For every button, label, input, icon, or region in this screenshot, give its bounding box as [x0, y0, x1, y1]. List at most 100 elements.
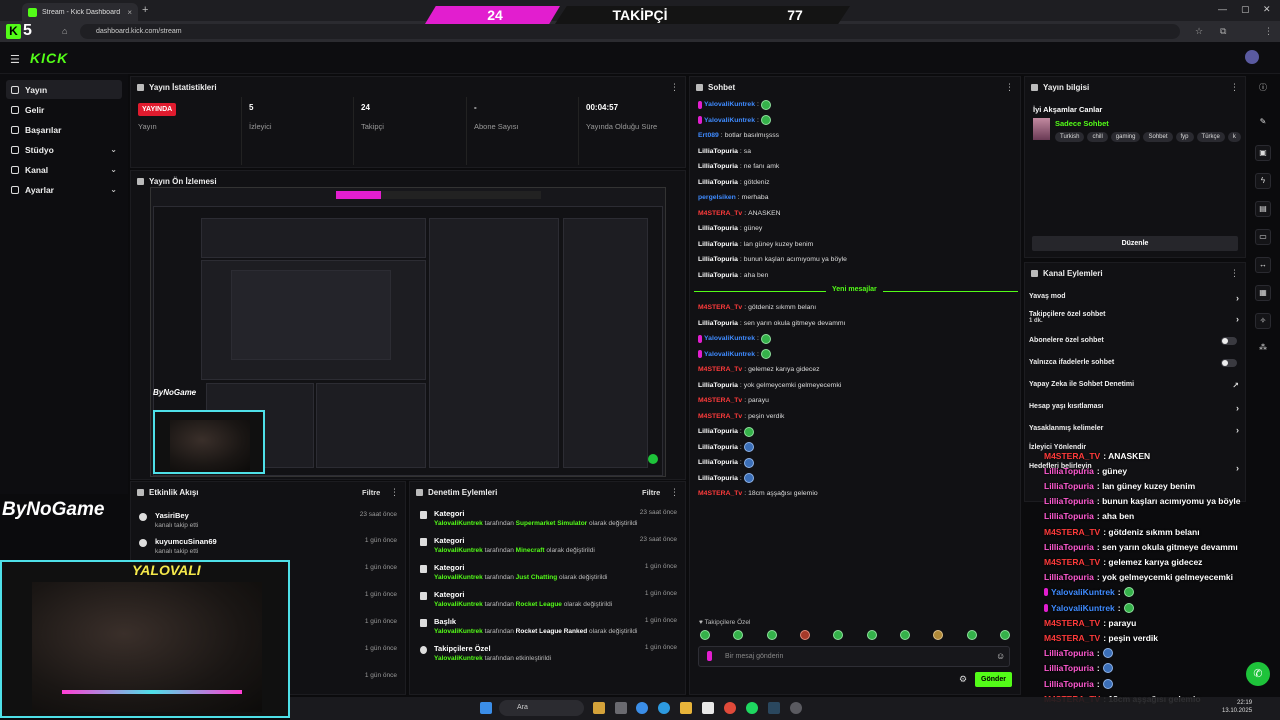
chat-username[interactable]: LilliaTopuria	[698, 320, 738, 327]
filter-button[interactable]: Filtre	[362, 488, 380, 497]
emote-icon[interactable]	[899, 630, 910, 640]
emote-only-toggle[interactable]	[1221, 359, 1237, 367]
chat-username[interactable]: M4STERA_Tv	[698, 490, 742, 497]
sidebar-item-yayin[interactable]: Yayın	[6, 80, 122, 99]
followers-only-row[interactable]: Takipçilere özel sohbet 1 dk. ›	[1029, 311, 1239, 324]
browser-tab[interactable]: Stream - Kick Dashboard ×	[22, 3, 138, 21]
chat-username[interactable]: LilliaTopuria	[698, 179, 738, 186]
sidebar-item-ayarlar[interactable]: Ayarlar ⌄	[6, 180, 122, 199]
send-button[interactable]: Gönder	[975, 672, 1012, 687]
obs-icon[interactable]	[790, 702, 802, 714]
document-icon[interactable]: ▤	[1255, 201, 1271, 217]
emote-icon[interactable]	[799, 630, 810, 640]
new-tab-button[interactable]: +	[142, 4, 148, 16]
emote-icon[interactable]	[766, 630, 777, 640]
lightning-icon[interactable]: ϟ	[1255, 173, 1271, 189]
grid-icon[interactable]: ▦	[1255, 285, 1271, 301]
spotify-icon[interactable]	[746, 702, 758, 714]
subscribers-only-toggle[interactable]	[1221, 337, 1237, 345]
bookmark-star-icon[interactable]: ☆	[1195, 26, 1203, 37]
emote-icon[interactable]	[700, 630, 710, 640]
emote-icon[interactable]	[733, 630, 744, 640]
chat-username[interactable]: LilliaTopuria	[698, 241, 738, 248]
mic-icon[interactable]	[707, 651, 712, 661]
chat-username[interactable]: LilliaTopuria	[698, 225, 738, 232]
chat-username[interactable]: M4STERA_Tv	[698, 413, 742, 420]
edit-stream-info-button[interactable]: Düzenle	[1032, 236, 1238, 251]
emote-icon[interactable]	[866, 630, 877, 640]
chat-username[interactable]: YalovaliKuntrek	[704, 117, 755, 124]
emoji-icon[interactable]: ☺	[996, 651, 1005, 661]
chat-username[interactable]: M4STERA_Tv	[698, 304, 742, 311]
more-options-icon[interactable]: ⋮	[670, 82, 679, 93]
hamburger-menu-icon[interactable]: ☰	[10, 53, 20, 66]
more-options-icon[interactable]: ⋮	[1230, 268, 1239, 279]
home-icon[interactable]: ⌂	[62, 26, 67, 36]
steam-icon[interactable]	[768, 702, 780, 714]
extensions-icon[interactable]: ⧉	[1220, 26, 1226, 37]
quick-chat-fab-icon[interactable]: ✆	[1246, 662, 1270, 686]
chat-username[interactable]: LilliaTopuria	[698, 428, 738, 435]
sidebar-item-gelir[interactable]: Gelir	[6, 100, 122, 119]
more-options-icon[interactable]: ⋮	[1005, 82, 1014, 93]
close-tab-icon[interactable]: ×	[127, 8, 132, 17]
chat-username[interactable]: YalovaliKuntrek	[704, 351, 755, 358]
chat-username[interactable]: Ert089	[698, 132, 719, 139]
more-options-icon[interactable]: ⋮	[1230, 82, 1239, 93]
close-window-icon[interactable]: ✕	[1263, 4, 1271, 15]
info-icon[interactable]: ⓘ	[1255, 81, 1271, 97]
filter-button[interactable]: Filtre	[642, 488, 660, 497]
sidebar-item-basarilar[interactable]: Başarılar	[6, 120, 122, 139]
chat-input[interactable]: Bir mesaj gönderin	[698, 646, 1010, 667]
wrench-icon[interactable]: ✧	[1255, 313, 1271, 329]
chat-settings-gear-icon[interactable]: ⚙	[959, 674, 967, 685]
chrome-icon[interactable]	[724, 702, 736, 714]
slow-mode-row[interactable]: Yavaş mod ›	[1029, 293, 1239, 303]
chat-username[interactable]: LilliaTopuria	[698, 459, 738, 466]
emote-icon[interactable]	[966, 630, 977, 640]
chat-username[interactable]: LilliaTopuria	[698, 163, 738, 170]
emote-icon[interactable]	[999, 630, 1010, 640]
chat-username[interactable]: LilliaTopuria	[698, 272, 738, 279]
more-options-icon[interactable]: ⋮	[670, 487, 679, 498]
account-age-row[interactable]: Hesap yaşı kısıtlaması ›	[1029, 403, 1239, 413]
banned-words-row[interactable]: Yasaklanmış kelimeler ›	[1029, 425, 1239, 435]
minimize-icon[interactable]: —	[1218, 4, 1227, 14]
emote-icon[interactable]	[933, 630, 944, 640]
url-field[interactable]: dashboard.kick.com/stream	[80, 24, 1180, 39]
taskbar-app-icon[interactable]	[702, 702, 714, 714]
chat-username[interactable]: LilliaTopuria	[698, 444, 738, 451]
camera-icon[interactable]: ▣	[1255, 145, 1271, 161]
more-options-icon[interactable]: ⋮	[390, 487, 399, 498]
taskbar-app-icon[interactable]	[658, 702, 670, 714]
stream-preview-video[interactable]: ByNoGame	[150, 187, 666, 477]
sidebar-item-kanal[interactable]: Kanal ⌄	[6, 160, 122, 179]
stream-category[interactable]: Sadece Sohbet	[1055, 119, 1109, 128]
taskbar-app-icon[interactable]	[593, 702, 605, 714]
windows-start-icon[interactable]	[480, 702, 492, 714]
taskbar-app-icon[interactable]	[615, 702, 627, 714]
emote-icon[interactable]	[833, 630, 844, 640]
edit-icon[interactable]: ✎	[1255, 115, 1271, 131]
chat-bubble-icon[interactable]: ▭	[1255, 229, 1271, 245]
chat-username[interactable]: M4STERA_Tv	[698, 397, 742, 404]
ai-moderation-row[interactable]: Yapay Zeka ile Sohbet Denetimi ↗	[1029, 381, 1239, 390]
chat-username[interactable]: LilliaTopuria	[698, 148, 738, 155]
file-explorer-icon[interactable]	[680, 702, 692, 714]
chat-username[interactable]: YalovaliKuntrek	[704, 335, 755, 342]
nodes-icon[interactable]: ⁂	[1255, 341, 1271, 357]
kick-logo[interactable]: KICK	[30, 50, 68, 66]
sidebar-item-studyo[interactable]: Stüdyo ⌄	[6, 140, 122, 159]
browser-menu-icon[interactable]: ⋮	[1264, 26, 1273, 37]
chat-username[interactable]: pergelsiken	[698, 194, 736, 201]
chat-username[interactable]: M4STERA_Tv	[698, 366, 742, 373]
taskbar-app-icon[interactable]	[636, 702, 648, 714]
arrows-icon[interactable]: ↔	[1255, 257, 1271, 273]
maximize-icon[interactable]: ▢	[1241, 4, 1250, 15]
taskbar-search[interactable]: Ara	[499, 700, 584, 716]
chat-username[interactable]: LilliaTopuria	[698, 256, 738, 263]
chat-username[interactable]: YalovaliKuntrek	[704, 101, 755, 108]
chat-username[interactable]: M4STERA_Tv	[698, 210, 742, 217]
chat-username[interactable]: LilliaTopuria	[698, 475, 738, 482]
chat-username[interactable]: LilliaTopuria	[698, 382, 738, 389]
